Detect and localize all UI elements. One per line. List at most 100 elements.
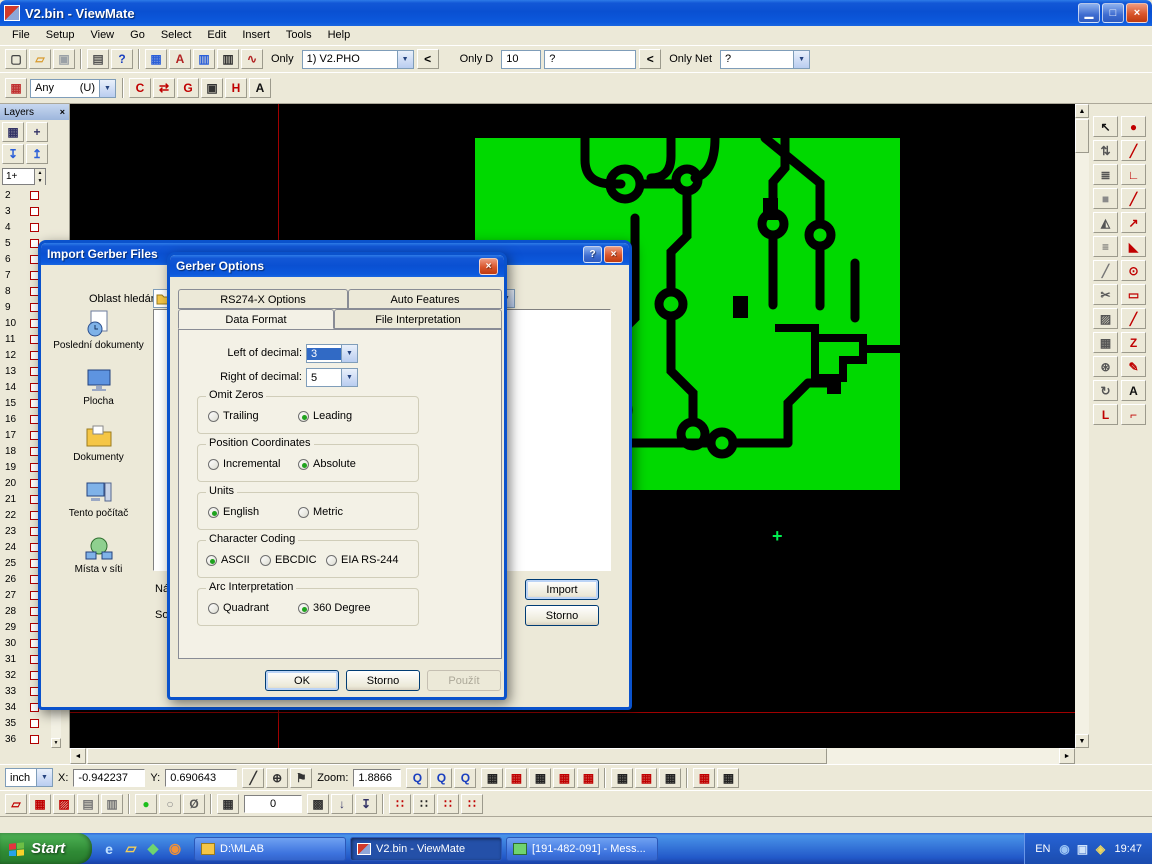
steps-icon[interactable]: ≣ xyxy=(1093,164,1118,185)
hatch-icon[interactable]: ▨ xyxy=(1093,308,1118,329)
layer-select-combo[interactable]: 1) V2.PHO▼ xyxy=(302,50,414,69)
dcode-pattern-icon[interactable]: ▦ xyxy=(481,768,503,788)
aperture-filter-combo[interactable]: Any (U) ▼ xyxy=(30,79,116,98)
slash-icon[interactable]: ╱ xyxy=(1093,260,1118,281)
clock[interactable]: 19:47 xyxy=(1114,843,1142,855)
stats-icon[interactable]: ∿ xyxy=(241,49,263,69)
context-help-icon[interactable]: ? xyxy=(111,49,133,69)
highlight-count-field[interactable]: 0 xyxy=(244,795,302,813)
text-l-icon[interactable]: L xyxy=(1093,404,1118,425)
cancel-button[interactable]: Storno xyxy=(346,670,420,691)
only-dcode-toggle[interactable]: Only D xyxy=(455,53,499,65)
ebcdic-radio[interactable] xyxy=(260,555,271,566)
aperture-square-icon[interactable]: ▣ xyxy=(201,78,223,98)
layer-visibility-swatch[interactable] xyxy=(30,207,39,216)
firefox-icon[interactable]: ◉ xyxy=(166,839,184,859)
layer-row[interactable]: 3 xyxy=(0,203,69,219)
zoom-select-icon[interactable]: Q xyxy=(454,768,476,788)
apply-button[interactable]: Použít xyxy=(427,670,501,691)
tray-volume-icon[interactable]: ◈ xyxy=(1092,839,1108,859)
mini-ruler2-icon[interactable]: ▥ xyxy=(101,794,123,814)
chevron-down-icon[interactable]: ▼ xyxy=(99,80,115,97)
menu-file[interactable]: File xyxy=(4,26,38,45)
lamp-icon[interactable]: ○ xyxy=(159,794,181,814)
gear-icon[interactable]: ⊛ xyxy=(1093,356,1118,377)
menu-view[interactable]: View xyxy=(82,26,122,45)
mirror-icon[interactable]: ◭ xyxy=(1093,212,1118,233)
close-button[interactable]: × xyxy=(1126,3,1148,23)
layer-up-icon[interactable]: ↥ xyxy=(26,144,48,164)
tray-network-icon[interactable]: ▣ xyxy=(1074,839,1090,859)
vertical-scrollbar[interactable]: ▲ ▼ xyxy=(1075,104,1089,748)
folder-qlaunch-icon[interactable]: ▱ xyxy=(122,839,140,859)
dcode-pattern-icon[interactable]: ▦ xyxy=(693,768,715,788)
prev-layer-button[interactable]: < xyxy=(417,49,439,69)
datum-flag-icon[interactable]: ⚑ xyxy=(290,768,312,788)
minimize-button[interactable]: ▁ xyxy=(1078,3,1100,23)
taskbar-button-viewmate[interactable]: V2.bin - ViewMate xyxy=(350,837,502,861)
probe-icon[interactable]: Ø xyxy=(183,794,205,814)
spinner-arrows-icon[interactable]: ▲▼ xyxy=(34,169,45,185)
corner-line-icon[interactable]: ∟ xyxy=(1121,164,1146,185)
rect-outline-icon[interactable]: ▭ xyxy=(1121,284,1146,305)
dcode-pattern-icon[interactable]: ▦ xyxy=(635,768,657,788)
origin-target-icon[interactable]: ⊕ xyxy=(266,768,288,788)
layer-visibility-swatch[interactable] xyxy=(30,735,39,744)
pattern-dots-icon[interactable]: ∷ xyxy=(437,794,459,814)
pad-dot-icon[interactable]: ● xyxy=(1121,116,1146,137)
layers-panel-header[interactable]: Layers × xyxy=(0,104,69,120)
place-documents[interactable]: Dokumenty xyxy=(53,423,145,463)
language-indicator[interactable]: EN xyxy=(1035,843,1050,855)
horizontal-scrollbar[interactable]: ◄ ► xyxy=(70,748,1075,764)
net-select-combo[interactable]: ?▼ xyxy=(720,50,810,69)
english-radio[interactable] xyxy=(208,507,219,518)
cancel-button[interactable]: Storno xyxy=(525,605,599,626)
place-recent-documents[interactable]: Poslední dokumenty xyxy=(53,309,145,351)
incremental-radio[interactable] xyxy=(208,459,219,470)
layer-visibility-swatch[interactable] xyxy=(30,719,39,728)
scroll-up-icon[interactable]: ▲ xyxy=(1075,104,1089,118)
menu-setup[interactable]: Setup xyxy=(38,26,83,45)
ok-button[interactable]: OK xyxy=(265,670,339,691)
layers-grid-icon[interactable]: ▦ xyxy=(2,122,24,142)
place-network[interactable]: Místa v síti xyxy=(53,535,145,575)
mini-grid-icon[interactable]: ▦ xyxy=(29,794,51,814)
arrow-down-icon[interactable]: ↓ xyxy=(331,794,353,814)
menu-go[interactable]: Go xyxy=(122,26,153,45)
menu-insert[interactable]: Insert xyxy=(234,26,278,45)
dcode-pattern-icon[interactable]: ▦ xyxy=(717,768,739,788)
g-code-icon[interactable]: G xyxy=(177,78,199,98)
pattern-dots-icon[interactable]: ∷ xyxy=(413,794,435,814)
scroll-left-icon[interactable]: ◄ xyxy=(70,748,86,764)
select-arrow-icon[interactable]: ↖ xyxy=(1093,116,1118,137)
highlight-g-icon[interactable]: ▥ xyxy=(193,49,215,69)
layer-row[interactable]: 4 xyxy=(0,219,69,235)
chevron-down-icon[interactable]: ▼ xyxy=(341,345,357,362)
close-button[interactable]: × xyxy=(479,258,498,275)
bars-icon[interactable]: ▥ xyxy=(217,49,239,69)
degree-360-radio[interactable] xyxy=(298,603,309,614)
dcode-pattern-icon[interactable]: ▦ xyxy=(529,768,551,788)
menu-select[interactable]: Select xyxy=(153,26,200,45)
layer-row[interactable]: 2 xyxy=(0,187,69,203)
new-file-icon[interactable]: ▢ xyxy=(5,49,27,69)
close-button[interactable]: × xyxy=(604,246,623,263)
scrollbar-thumb[interactable] xyxy=(87,748,827,764)
hook-icon[interactable]: ⌐ xyxy=(1121,404,1146,425)
dialog-title-bar[interactable]: Gerber Options × xyxy=(170,255,504,277)
taskbar-button-message[interactable]: [191-482-091] - Mess... xyxy=(506,837,658,861)
aperture-grid-icon[interactable]: ▦ xyxy=(5,78,27,98)
taskbar-button-mlab[interactable]: D:\MLAB xyxy=(194,837,346,861)
only-layer-toggle[interactable]: Only xyxy=(266,53,299,65)
tab-data-format[interactable]: Data Format xyxy=(178,309,334,329)
tab-rs274x-options[interactable]: RS274-X Options xyxy=(178,289,348,309)
open-folder-icon[interactable]: ▱ xyxy=(29,49,51,69)
layer-visibility-swatch[interactable] xyxy=(30,223,39,232)
h-code-icon[interactable]: H xyxy=(225,78,247,98)
menu-edit[interactable]: Edit xyxy=(199,26,234,45)
dcode-value-field[interactable]: 10 xyxy=(501,50,541,69)
right-decimal-combo[interactable]: 5▼ xyxy=(306,368,358,387)
highlight-a-icon[interactable]: A xyxy=(169,49,191,69)
menu-tools[interactable]: Tools xyxy=(278,26,320,45)
slope-measure-icon[interactable]: ╱ xyxy=(242,768,264,788)
